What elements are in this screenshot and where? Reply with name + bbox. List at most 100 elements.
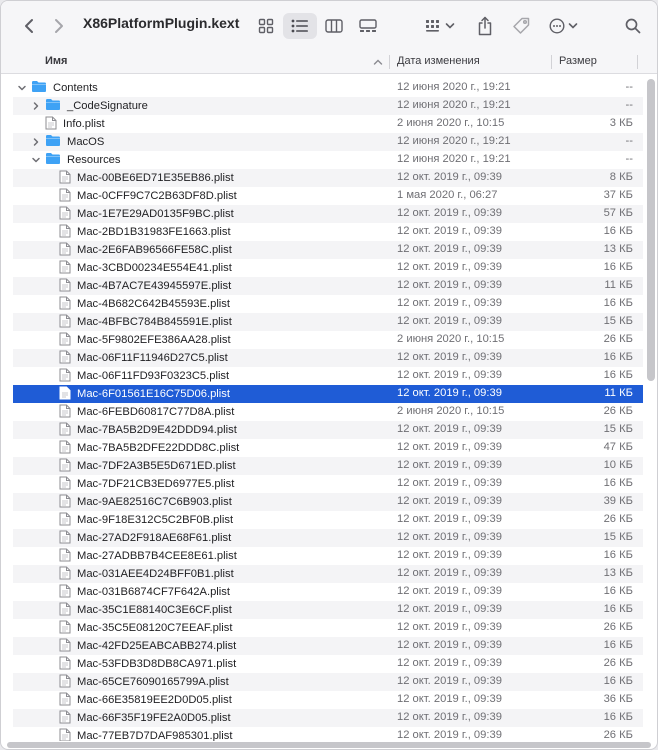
file-size: 26 КБ <box>603 621 633 633</box>
sort-ascending-icon <box>373 59 383 65</box>
chevron-right-icon <box>55 19 63 33</box>
file-row[interactable]: Mac-27ADBB7B4CEE8E61.plist 12 окт. 2019 г… <box>13 547 643 565</box>
name-cell: Mac-66E35819EE2D0D05.plist <box>45 692 232 708</box>
file-row[interactable]: Mac-35C5E08120C7EEAF.plist 12 окт. 2019 г… <box>13 619 643 637</box>
back-button[interactable] <box>19 16 39 36</box>
file-row[interactable]: Mac-42FD25EABCABB274.plist 12 окт. 2019 г… <box>13 637 643 655</box>
file-row[interactable]: Mac-9F18E312C5C2BF0B.plist 12 окт. 2019 г… <box>13 511 643 529</box>
file-row[interactable]: Mac-7BA5B2D9E42DDD94.plist 12 окт. 2019 г… <box>13 421 643 439</box>
icon-view-button[interactable] <box>253 14 279 38</box>
file-row[interactable]: Mac-1E7E29AD0135F9BC.plist 12 окт. 2019 г… <box>13 205 643 223</box>
column-separator[interactable] <box>637 55 638 69</box>
file-size: 16 КБ <box>603 675 633 687</box>
file-list[interactable]: Contents 12 июня 2020 г., 19:21 -- _CodeSig… <box>13 79 643 741</box>
date-modified: 12 июня 2020 г., 19:21 <box>397 99 511 111</box>
list-view-button[interactable] <box>283 13 317 39</box>
item-name: Mac-5F9802EFE386AA28.plist <box>77 334 231 346</box>
file-row[interactable]: Mac-53FDB3D8DB8CA971.plist 12 окт. 2019 г… <box>13 655 643 673</box>
gallery-icon <box>359 19 377 32</box>
share-button[interactable] <box>473 13 497 39</box>
file-row[interactable]: Mac-4B7AC7E43945597E.plist 12 окт. 2019 г… <box>13 277 643 295</box>
plist-file-icon <box>59 692 71 709</box>
folder-row[interactable]: Contents 12 июня 2020 г., 19:21 -- <box>13 79 643 97</box>
name-cell: Mac-4BFBC784B845591E.plist <box>45 314 232 330</box>
plist-file-icon <box>59 368 71 385</box>
horizontal-scrollbar[interactable] <box>7 742 651 748</box>
action-menu-button[interactable] <box>545 14 581 38</box>
folder-row[interactable]: Resources 12 июня 2020 г., 19:21 -- <box>13 151 643 169</box>
file-row[interactable]: Mac-7DF2A3B5E5D671ED.plist 12 окт. 2019 г… <box>13 457 643 475</box>
disclosure-open-icon[interactable] <box>17 83 27 93</box>
name-cell: Mac-7DF21CB3ED6977E5.plist <box>45 476 234 492</box>
name-cell: Mac-06F11FD93F0323C5.plist <box>45 368 229 384</box>
date-modified: 12 окт. 2019 г., 09:39 <box>397 513 502 525</box>
file-row[interactable]: Mac-06F11FD93F0323C5.plist 12 окт. 2019 г… <box>13 367 643 385</box>
file-row[interactable]: Mac-6F01561E16C75D06.plist 12 окт. 2019 г… <box>13 385 643 403</box>
date-modified: 12 окт. 2019 г., 09:39 <box>397 225 502 237</box>
file-row[interactable]: Mac-0CFF9C7C2B63DF8D.plist 1 мая 2020 г.,… <box>13 187 643 205</box>
disclosure-closed-icon[interactable] <box>31 101 41 111</box>
file-row[interactable]: Mac-031B6874CF7F642A.plist 12 окт. 2019 г… <box>13 583 643 601</box>
name-cell: Mac-031B6874CF7F642A.plist <box>45 584 230 600</box>
vertical-scrollbar[interactable] <box>647 79 655 381</box>
name-cell: Mac-27ADBB7B4CEE8E61.plist <box>45 548 237 564</box>
name-cell: Mac-7BA5B2DFE22DDD8C.plist <box>45 440 239 456</box>
file-row[interactable]: Mac-35C1E88140C3E6CF.plist 12 окт. 2019 г… <box>13 601 643 619</box>
item-name: Mac-66E35819EE2D0D05.plist <box>77 694 232 706</box>
search-button[interactable] <box>621 14 645 38</box>
item-name: Contents <box>53 82 98 94</box>
file-row[interactable]: Mac-5F9802EFE386AA28.plist 2 июня 2020 г.… <box>13 331 643 349</box>
column-separator[interactable] <box>389 55 390 69</box>
file-size: -- <box>625 135 633 147</box>
date-modified: 12 окт. 2019 г., 09:39 <box>397 585 502 597</box>
plist-file-icon <box>59 422 71 439</box>
plist-file-icon <box>59 278 71 295</box>
disclosure-open-icon[interactable] <box>31 155 41 165</box>
file-row[interactable]: Mac-7DF21CB3ED6977E5.plist 12 окт. 2019 г… <box>13 475 643 493</box>
name-cell: Mac-4B682C642B45593E.plist <box>45 296 230 312</box>
file-row[interactable]: Mac-2E6FAB96566FE58C.plist 12 окт. 2019 г… <box>13 241 643 259</box>
column-size-header[interactable]: Размер <box>559 55 597 67</box>
gallery-view-button[interactable] <box>355 14 381 38</box>
file-row[interactable]: Mac-4B682C642B45593E.plist 12 окт. 2019 г… <box>13 295 643 313</box>
file-row[interactable]: Mac-00BE6ED71E35EB86.plist 12 окт. 2019 г… <box>13 169 643 187</box>
file-row[interactable]: Mac-4BFBC784B845591E.plist 12 окт. 2019 г… <box>13 313 643 331</box>
file-row[interactable]: Mac-27AD2F918AE68F61.plist 12 окт. 2019 г… <box>13 529 643 547</box>
tag-button[interactable] <box>509 13 533 39</box>
file-row[interactable]: Mac-66E35819EE2D0D05.plist 12 окт. 2019 г… <box>13 691 643 709</box>
file-row[interactable]: Mac-031AEE4D24BFF0B1.plist 12 окт. 2019 г… <box>13 565 643 583</box>
column-name-header[interactable]: Имя <box>45 55 67 67</box>
forward-button[interactable] <box>49 16 69 36</box>
item-name: Mac-7DF21CB3ED6977E5.plist <box>77 478 235 490</box>
disclosure-closed-icon[interactable] <box>31 137 41 147</box>
folder-row[interactable]: MacOS 12 июня 2020 г., 19:21 -- <box>13 133 643 151</box>
column-date-header[interactable]: Дата изменения <box>397 55 480 67</box>
file-row[interactable]: Mac-77EB7D7DAF985301.plist 12 окт. 2019 г… <box>13 727 643 741</box>
group-button[interactable] <box>421 14 459 38</box>
file-row[interactable]: Mac-66F35F19FE2A0D05.plist 12 окт. 2019 г… <box>13 709 643 727</box>
file-row[interactable]: Mac-7BA5B2DFE22DDD8C.plist 12 окт. 2019 г… <box>13 439 643 457</box>
name-cell: Mac-7DF2A3B5E5D671ED.plist <box>45 458 236 474</box>
file-row[interactable]: Mac-3CBD00234E554E41.plist 12 окт. 2019 г… <box>13 259 643 277</box>
file-size: 11 КБ <box>604 387 633 399</box>
date-modified: 12 окт. 2019 г., 09:39 <box>397 531 502 543</box>
file-row[interactable]: Info.plist 2 июня 2020 г., 10:15 3 КБ <box>13 115 643 133</box>
file-row[interactable]: Mac-06F11F11946D27C5.plist 12 окт. 2019 г… <box>13 349 643 367</box>
folder-row[interactable]: _CodeSignature 12 июня 2020 г., 19:21 -- <box>13 97 643 115</box>
column-separator[interactable] <box>551 55 552 69</box>
file-row[interactable]: Mac-2BD1B31983FE1663.plist 12 окт. 2019 г… <box>13 223 643 241</box>
file-row[interactable]: Mac-6FEBD60817C77D8A.plist 2 июня 2020 г.… <box>13 403 643 421</box>
folder-icon <box>45 152 61 168</box>
plist-file-icon <box>59 530 71 547</box>
column-view-button[interactable] <box>321 14 347 38</box>
name-cell: Mac-7BA5B2D9E42DDD94.plist <box>45 422 237 438</box>
file-row[interactable]: Mac-65CE76090165799A.plist 12 окт. 2019 г… <box>13 673 643 691</box>
file-row[interactable]: Mac-9AE82516C7C6B903.plist 12 окт. 2019 г… <box>13 493 643 511</box>
tag-icon <box>513 17 530 34</box>
name-cell: Mac-00BE6ED71E35EB86.plist <box>45 170 234 186</box>
